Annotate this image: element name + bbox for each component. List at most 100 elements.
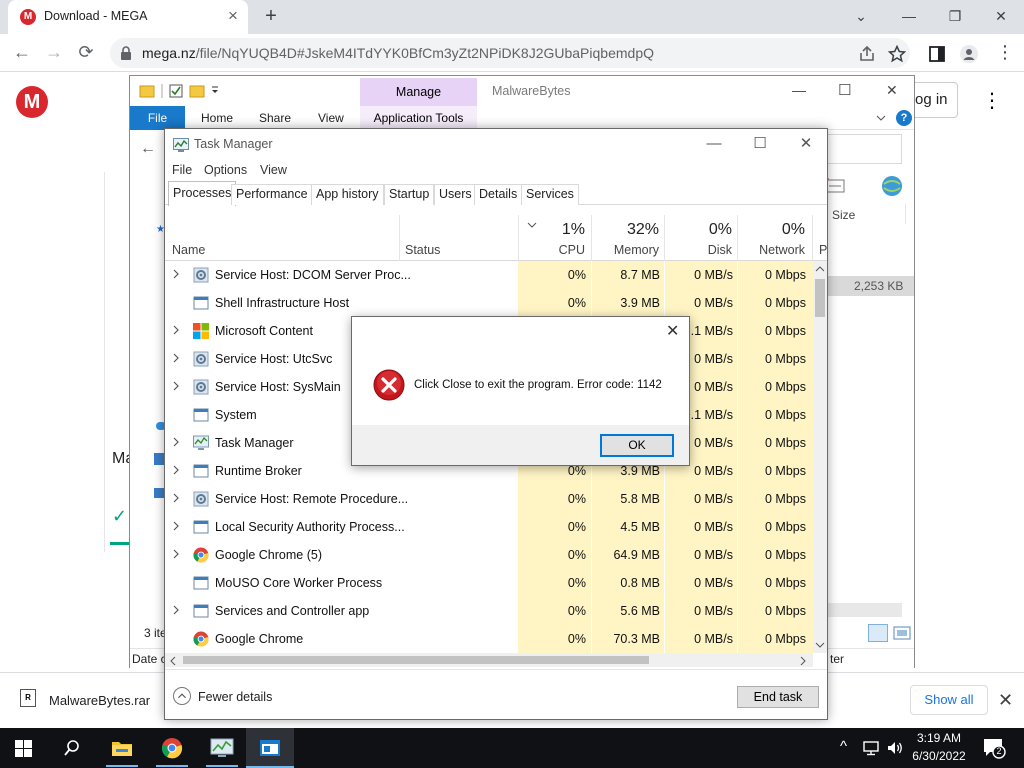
profile-avatar-icon[interactable] [960,45,978,63]
clock-date[interactable]: 6/30/2022 [906,749,972,763]
tab-processes[interactable]: Processes [168,181,237,206]
process-row[interactable]: MoUSO Core Worker Process 0% 0.8 MB 0 MB/s 0… [165,569,813,597]
manage-contextual-tab[interactable]: Manage [360,78,477,106]
column-header-name[interactable]: Name [172,243,205,257]
end-task-button[interactable]: End task [737,686,819,708]
column-header-status[interactable]: Status [405,243,440,257]
task-manager-maximize-button[interactable]: ☐ [737,133,783,155]
explorer-horizontal-scrollbar[interactable] [818,603,902,617]
ribbon-tab-file[interactable]: File [130,106,185,130]
chrome-menu-icon[interactable]: ⋮ [996,42,1014,63]
column-header-power[interactable]: P [819,243,827,257]
expand-chevron-icon[interactable] [171,464,181,476]
network-globe-icon[interactable] [880,174,904,198]
explorer-window-taskbar-button[interactable] [246,728,294,768]
expand-chevron-icon[interactable] [171,380,181,392]
help-icon[interactable]: ? [896,110,912,126]
task-manager-minimize-button[interactable]: — [691,133,737,155]
large-icons-view-icon[interactable] [892,624,912,642]
share-icon[interactable] [858,45,876,63]
expand-chevron-icon[interactable] [171,492,181,504]
mega-menu-icon[interactable]: ⋮ [982,90,1002,114]
login-button[interactable]: og in [910,82,958,118]
task-manager-close-button[interactable]: ✕ [783,133,829,155]
horizontal-scroll-thumb[interactable] [183,656,649,664]
process-row[interactable]: Services and Controller app 0% 5.6 MB 0 MB/… [165,597,813,625]
lock-icon[interactable] [120,46,132,60]
menu-options[interactable]: Options [204,163,247,177]
tab-close-icon[interactable]: × [224,7,242,25]
fewer-details-chevron-icon[interactable] [173,687,191,705]
expand-chevron-icon[interactable] [171,604,181,616]
expand-chevron-icon[interactable] [171,548,181,560]
forward-button[interactable]: → [40,40,68,66]
ribbon-expand-chevron-icon[interactable] [876,114,886,122]
download-shelf-close-icon[interactable]: ✕ [998,690,1013,711]
column-header-size[interactable]: Size [832,208,855,222]
window-close-button[interactable]: ✕ [978,4,1024,30]
vertical-scroll-thumb[interactable] [815,279,825,317]
expand-chevron-icon[interactable] [171,324,181,336]
tab-users[interactable]: Users [434,184,477,205]
explorer-minimize-button[interactable]: — [792,82,806,98]
tab-services[interactable]: Services [521,184,579,205]
explorer-back-button[interactable]: ← [140,140,156,158]
address-bar[interactable]: mega.nz/file/NqYUQB4D#JskeM4ITdYYK0BfCm3… [110,38,910,68]
scroll-right-arrow-icon[interactable] [799,656,807,666]
tab-startup[interactable]: Startup [384,184,435,205]
column-header-cpu[interactable]: CPU [525,243,585,257]
side-panel-icon[interactable] [928,45,946,63]
reload-button[interactable]: ⟳ [72,40,100,66]
clock-time[interactable]: 3:19 AM [912,731,966,745]
process-list-vertical-scrollbar[interactable] [813,261,827,653]
process-row[interactable]: Local Security Authority Process... 0% 4.5… [165,513,813,541]
process-row[interactable]: Service Host: DCOM Server Proc... 0% 8.7 M… [165,261,813,289]
network-tray-icon[interactable] [862,740,880,756]
search-icon[interactable] [63,739,81,757]
download-filename[interactable]: MalwareBytes.rar [49,693,150,708]
expand-chevron-icon[interactable] [171,352,181,364]
explorer-close-button[interactable]: ✕ [886,82,898,99]
details-view-icon[interactable] [868,624,888,642]
expand-chevron-icon[interactable] [171,436,181,448]
mega-logo-icon[interactable]: M [16,86,48,118]
explorer-search-input[interactable] [826,134,902,164]
volume-icon[interactable] [886,740,904,756]
explorer-maximize-button[interactable]: ☐ [838,81,851,99]
tab-app-history[interactable]: App history [311,184,384,205]
fewer-details-link[interactable]: Fewer details [198,690,272,704]
window-minimize-button[interactable]: — [886,4,932,30]
dialog-close-icon[interactable]: ✕ [666,321,679,341]
show-all-button[interactable]: Show all [910,685,988,715]
chrome-taskbar-button[interactable] [148,728,196,768]
menu-view[interactable]: View [260,163,287,177]
tab-search-icon[interactable]: ⌄ [838,4,884,30]
ribbon-tab-application-tools[interactable]: Application Tools [360,106,477,130]
ok-button[interactable]: OK [600,434,674,457]
column-header-network[interactable]: Network [743,243,805,257]
expand-chevron-icon[interactable] [171,268,181,280]
start-windows-logo-icon[interactable] [15,740,32,757]
process-row[interactable]: Google Chrome (5) 0% 64.9 MB 0 MB/s 0 Mbps [165,541,813,569]
bookmark-star-icon[interactable] [888,45,906,63]
scroll-up-arrow-icon[interactable] [815,265,825,273]
task-manager-taskbar-button[interactable] [198,728,246,768]
tab-performance[interactable]: Performance [231,184,313,205]
expand-chevron-icon[interactable] [171,520,181,532]
tab-details[interactable]: Details [474,184,523,205]
process-row[interactable]: Google Chrome 0% 70.3 MB 0 MB/s 0 Mbps [165,625,813,653]
scroll-down-arrow-icon[interactable] [815,641,825,649]
process-row[interactable]: Shell Infrastructure Host 0% 3.9 MB 0 MB/s 0… [165,289,813,317]
scroll-left-arrow-icon[interactable] [169,656,177,666]
ribbon-tab-share[interactable]: Share [259,111,291,125]
ribbon-tab-view[interactable]: View [318,111,344,125]
process-row[interactable]: Service Host: Remote Procedure... 0% 5.8 M… [165,485,813,513]
window-restore-button[interactable]: ❐ [932,4,978,30]
file-explorer-taskbar-button[interactable] [98,728,146,768]
quick-access-toolbar-icons[interactable] [138,82,228,100]
browser-tab[interactable]: M Download - MEGA × [8,0,248,34]
back-button[interactable]: ← [8,40,36,66]
new-tab-button[interactable]: + [260,6,282,28]
column-header-disk[interactable]: Disk [670,243,732,257]
menu-file[interactable]: File [172,163,192,177]
